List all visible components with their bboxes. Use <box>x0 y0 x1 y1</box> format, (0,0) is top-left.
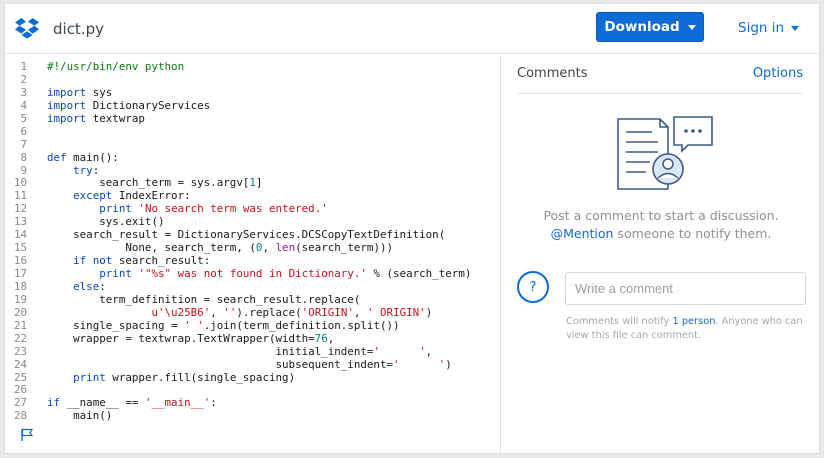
code-line: 7 <box>5 137 471 152</box>
code-text: main() <box>47 409 113 423</box>
notify-note-prefix: Comments will notify <box>566 316 673 327</box>
code-text: print '"%s" was not found in Dictionary.… <box>99 267 472 280</box>
download-label: Download <box>604 19 680 35</box>
line-number: 17 <box>13 267 27 280</box>
code-line: 28 main() <box>5 409 471 423</box>
chevron-down-icon <box>791 25 800 31</box>
code-text: else: <box>73 279 106 293</box>
sign-in-label: Sign in <box>738 20 785 36</box>
code-text: initial_indent=' ', <box>47 344 433 358</box>
comment-input[interactable] <box>565 272 806 305</box>
line-number: 5 <box>20 111 27 125</box>
code-line: 20 u'\u25B6', '').replace('ORIGIN', ' OR… <box>5 305 471 320</box>
sign-in-button[interactable]: Sign in <box>738 20 800 36</box>
line-number: 21 <box>13 318 27 332</box>
app-frame: dict.py Download Sign in 1 #!/usr/bin/env… <box>4 3 820 454</box>
line-number: 1 <box>20 60 27 73</box>
notify-note: Comments will notify 1 person. Anyone wh… <box>566 315 806 343</box>
mention-link[interactable]: @Mention <box>551 226 614 241</box>
divider <box>517 93 803 94</box>
line-number: 22 <box>13 331 27 345</box>
flag-icon[interactable] <box>20 428 34 442</box>
code-text: single_spacing = ' '.join(term_definitio… <box>47 318 400 332</box>
code-line: 6 <box>5 124 471 139</box>
empty-state-line2: @Mention someone to notify them. <box>502 225 820 243</box>
line-number: 23 <box>13 344 27 358</box>
empty-state-line2-rest: someone to notify them. <box>613 226 772 241</box>
notify-person-link[interactable]: 1 person <box>672 316 715 327</box>
code-line: 5 import textwrap <box>5 111 471 126</box>
code-text: #!/usr/bin/env python <box>47 60 185 73</box>
avatar-placeholder: ? <box>529 279 537 295</box>
line-number: 28 <box>13 409 27 423</box>
comments-panel: Comments Options Post a comment to start… <box>502 55 820 454</box>
dropbox-logo-icon[interactable] <box>14 17 40 41</box>
header: dict.py Download Sign in <box>5 4 819 54</box>
empty-state-line1: Post a comment to start a discussion. <box>543 208 779 223</box>
avatar: ? <box>517 271 549 303</box>
document-comment-illustration-icon <box>617 116 713 190</box>
code-text: u'\u25B6', '').replace('ORIGIN', ' ORIGI… <box>151 305 433 319</box>
line-number: 8 <box>20 150 27 164</box>
line-number: 7 <box>20 137 27 151</box>
comments-title: Comments <box>517 66 588 81</box>
download-button[interactable]: Download <box>596 12 704 42</box>
code-line: 21 single_spacing = ' '.join(term_defini… <box>5 318 471 333</box>
empty-state-text: Post a comment to start a discussion. @M… <box>502 207 820 243</box>
code-line: 1 #!/usr/bin/env python <box>5 60 471 74</box>
code-text: import textwrap <box>47 111 145 125</box>
code-text: subsequent_indent=' ') <box>47 357 452 371</box>
line-number: 3 <box>20 85 27 99</box>
chevron-down-icon <box>687 24 696 30</box>
line-number: 19 <box>13 292 27 306</box>
code-text: print wrapper.fill(single_spacing) <box>73 370 296 384</box>
code-preview[interactable]: 1 #!/usr/bin/env python 2 3 import sys 4 impor… <box>5 55 501 454</box>
line-number: 6 <box>20 124 27 138</box>
line-number: 20 <box>13 305 27 319</box>
code-block: 1 #!/usr/bin/env python 2 3 import sys 4 impor… <box>5 60 472 423</box>
line-number: 2 <box>20 72 27 86</box>
options-button[interactable]: Options <box>753 66 803 81</box>
line-number: 24 <box>13 357 27 371</box>
code-text: wrapper = textwrap.TextWrapper(width=76, <box>47 331 335 345</box>
file-name: dict.py <box>53 20 104 38</box>
line-number: 4 <box>20 98 27 112</box>
line-number: 18 <box>13 279 27 293</box>
code-line: 25 print wrapper.fill(single_spacing) <box>5 370 471 385</box>
code-line: 18 else: <box>5 279 471 294</box>
